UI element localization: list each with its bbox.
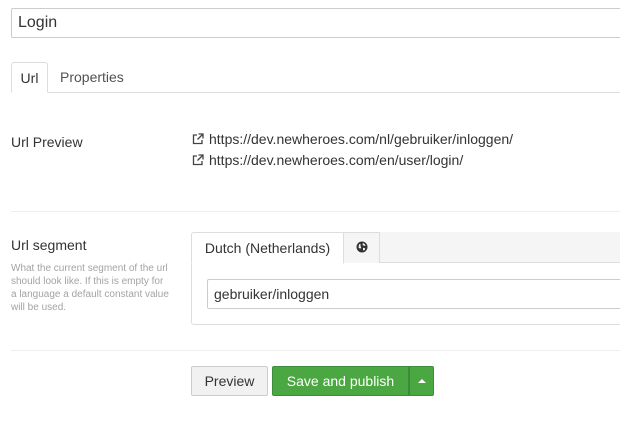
tab-language-dutch[interactable]: Dutch (Netherlands) [191,232,344,264]
url-segment-label: Url segment [11,237,87,253]
external-link-icon [192,133,204,145]
preview-link-nl[interactable]: https://dev.newheroes.com/nl/gebruiker/i… [192,131,513,147]
url-segment-input[interactable] [207,279,620,309]
preview-button[interactable]: Preview [191,366,268,396]
publish-options-button[interactable] [409,366,434,396]
save-and-publish-button[interactable]: Save and publish [272,366,409,396]
url-segment-help: What the current segment of the url shou… [11,263,169,313]
tab-url[interactable]: Url [11,62,48,93]
actions-divider [11,350,620,351]
preview-link-text[interactable]: https://dev.newheroes.com/nl/gebruiker/i… [209,131,513,147]
url-preview-label: Url Preview [11,134,83,150]
section-divider [11,211,620,212]
external-link-icon [192,154,204,166]
tab-language-globe[interactable] [344,232,380,263]
globe-icon [356,233,368,263]
caret-up-icon [417,379,426,383]
tab-properties[interactable]: Properties [60,62,124,93]
preview-link-en[interactable]: https://dev.newheroes.com/en/user/login/ [192,152,463,168]
title-input[interactable] [11,8,620,38]
preview-link-text[interactable]: https://dev.newheroes.com/en/user/login/ [209,152,463,168]
